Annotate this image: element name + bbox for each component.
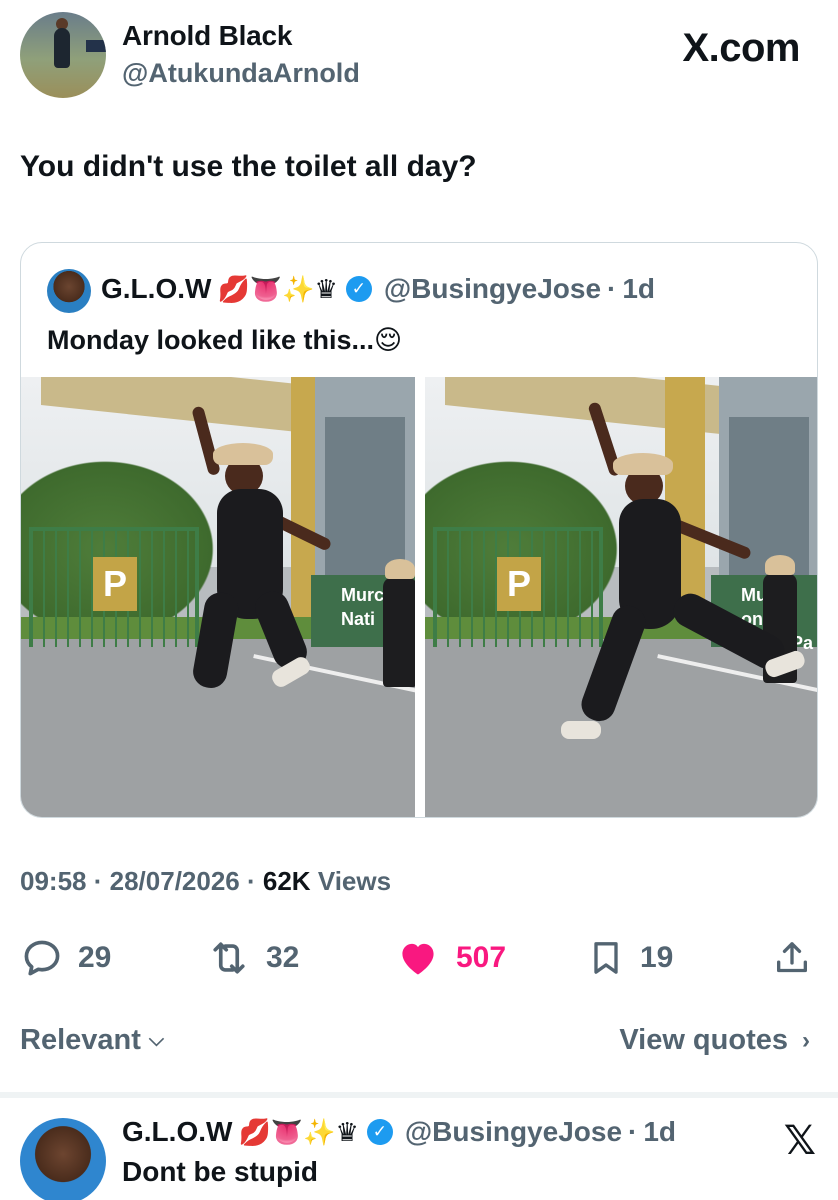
sort-label: Relevant bbox=[20, 1024, 141, 1056]
quoted-handle[interactable]: @BusingyeJose bbox=[384, 273, 601, 305]
heart-icon bbox=[402, 943, 434, 975]
photo-gate: P bbox=[29, 527, 199, 647]
avatar-banner bbox=[86, 40, 106, 52]
jumper-shoe bbox=[561, 721, 601, 739]
share-icon bbox=[777, 942, 807, 973]
reply-avatar[interactable] bbox=[20, 1118, 106, 1200]
quoted-photo-right[interactable]: P Murch on Natio Pa bbox=[425, 377, 817, 817]
repost-button[interactable]: 32 bbox=[206, 930, 299, 986]
views-count: 62K bbox=[262, 866, 311, 896]
repost-count: 32 bbox=[266, 941, 300, 974]
view-quotes-label: View quotes bbox=[619, 1024, 788, 1056]
jumper-hat bbox=[613, 453, 673, 475]
reply-icon bbox=[24, 940, 60, 976]
photo-gate: P bbox=[433, 527, 603, 647]
separator-dot: · bbox=[93, 866, 110, 896]
tweet-meta: 09:58 · 28/07/2026 · 62K Views bbox=[20, 866, 391, 897]
reply-button[interactable]: 29 bbox=[20, 930, 111, 986]
bystander-hat bbox=[385, 559, 415, 579]
divider bbox=[0, 1092, 838, 1098]
brand-logo: X.com bbox=[682, 26, 800, 70]
author-avatar[interactable] bbox=[20, 12, 106, 98]
reply-count: 29 bbox=[78, 941, 112, 974]
reply-header: G.L.O.W 💋👅✨♛ ✓ @BusingyeJose · 1d bbox=[122, 1116, 676, 1148]
tweet-text: You didn't use the toilet all day? bbox=[20, 150, 477, 183]
separator-dot: · bbox=[247, 866, 263, 896]
bookmark-icon bbox=[594, 942, 618, 974]
view-quotes-link[interactable]: View quotes › bbox=[619, 1024, 810, 1057]
chevron-right-icon: › bbox=[802, 1026, 810, 1054]
quoted-header: G.L.O.W 💋👅✨♛ ✓ @BusingyeJose · 1d bbox=[101, 273, 655, 305]
quoted-name[interactable]: G.L.O.W bbox=[101, 273, 211, 305]
x-logo-icon: 𝕏 bbox=[783, 1119, 816, 1163]
like-count: 507 bbox=[456, 941, 507, 974]
separator-dot: · bbox=[628, 1116, 638, 1147]
share-button[interactable] bbox=[772, 930, 826, 986]
gate-sign: P bbox=[93, 557, 137, 611]
author-name[interactable]: Arnold Black bbox=[122, 20, 293, 52]
avatar-figure-body bbox=[54, 28, 70, 68]
separator-dot: · bbox=[607, 273, 617, 304]
author-handle[interactable]: @AtukundaArnold bbox=[122, 58, 360, 89]
like-button[interactable]: 507 bbox=[394, 930, 506, 986]
verified-icon: ✓ bbox=[366, 1119, 393, 1145]
reply-name[interactable]: G.L.O.W bbox=[122, 1116, 232, 1148]
reply-handle[interactable]: @BusingyeJose bbox=[405, 1116, 622, 1148]
jumper-hat bbox=[213, 443, 273, 465]
sort-dropdown[interactable]: Relevant ⌵ bbox=[20, 1024, 164, 1057]
chevron-down-icon: ⌵ bbox=[148, 1029, 165, 1051]
bookmark-count: 19 bbox=[640, 941, 674, 974]
tweet-date[interactable]: 28/07/2026 bbox=[110, 866, 240, 896]
quoted-name-emojis: 💋👅✨♛ bbox=[217, 273, 338, 304]
reply-name-emojis: 💋👅✨♛ bbox=[238, 1116, 359, 1147]
bystander-hat bbox=[765, 555, 795, 575]
quoted-tweet[interactable]: G.L.O.W 💋👅✨♛ ✓ @BusingyeJose · 1d Monday… bbox=[20, 242, 818, 818]
reply-text: Dont be stupid bbox=[122, 1156, 318, 1187]
quoted-avatar[interactable] bbox=[47, 269, 91, 313]
photo-bystander bbox=[383, 559, 415, 687]
quoted-age: 1d bbox=[622, 273, 656, 304]
tweet-time[interactable]: 09:58 bbox=[20, 866, 87, 896]
reply-age: 1d bbox=[643, 1116, 677, 1147]
bookmark-button[interactable]: 19 bbox=[586, 930, 673, 986]
repost-icon bbox=[213, 942, 245, 974]
quoted-photo-left[interactable]: P Murc Nati bbox=[21, 377, 415, 817]
views-label: Views bbox=[317, 866, 392, 896]
gate-sign: P bbox=[497, 557, 541, 611]
action-bar: 29 32 507 19 bbox=[20, 930, 818, 986]
quoted-text: Monday looked like this...😌 bbox=[47, 325, 403, 355]
verified-icon: ✓ bbox=[345, 276, 372, 302]
